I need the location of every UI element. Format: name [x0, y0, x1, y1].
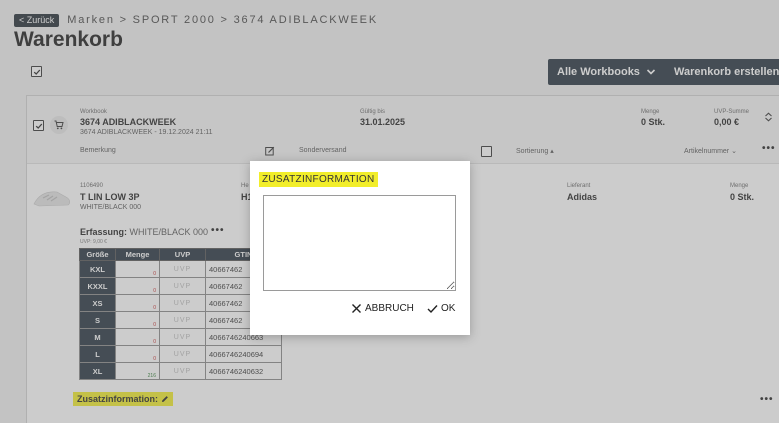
cancel-label: ABBRUCH [365, 303, 414, 314]
check-icon [427, 305, 438, 314]
close-icon [352, 304, 361, 313]
zusatzinformation-dialog: ZUSATZINFORMATION ABBRUCH OK [250, 161, 470, 335]
dialog-title: ZUSATZINFORMATION [259, 172, 378, 187]
cancel-button[interactable]: ABBRUCH [351, 303, 414, 314]
ok-label: OK [441, 303, 456, 314]
page: < Zurück Marken > SPORT 2000 > 3674 ADIB… [0, 0, 779, 423]
zusatzinformation-textarea[interactable] [263, 195, 456, 291]
ok-button[interactable]: OK [427, 303, 455, 314]
